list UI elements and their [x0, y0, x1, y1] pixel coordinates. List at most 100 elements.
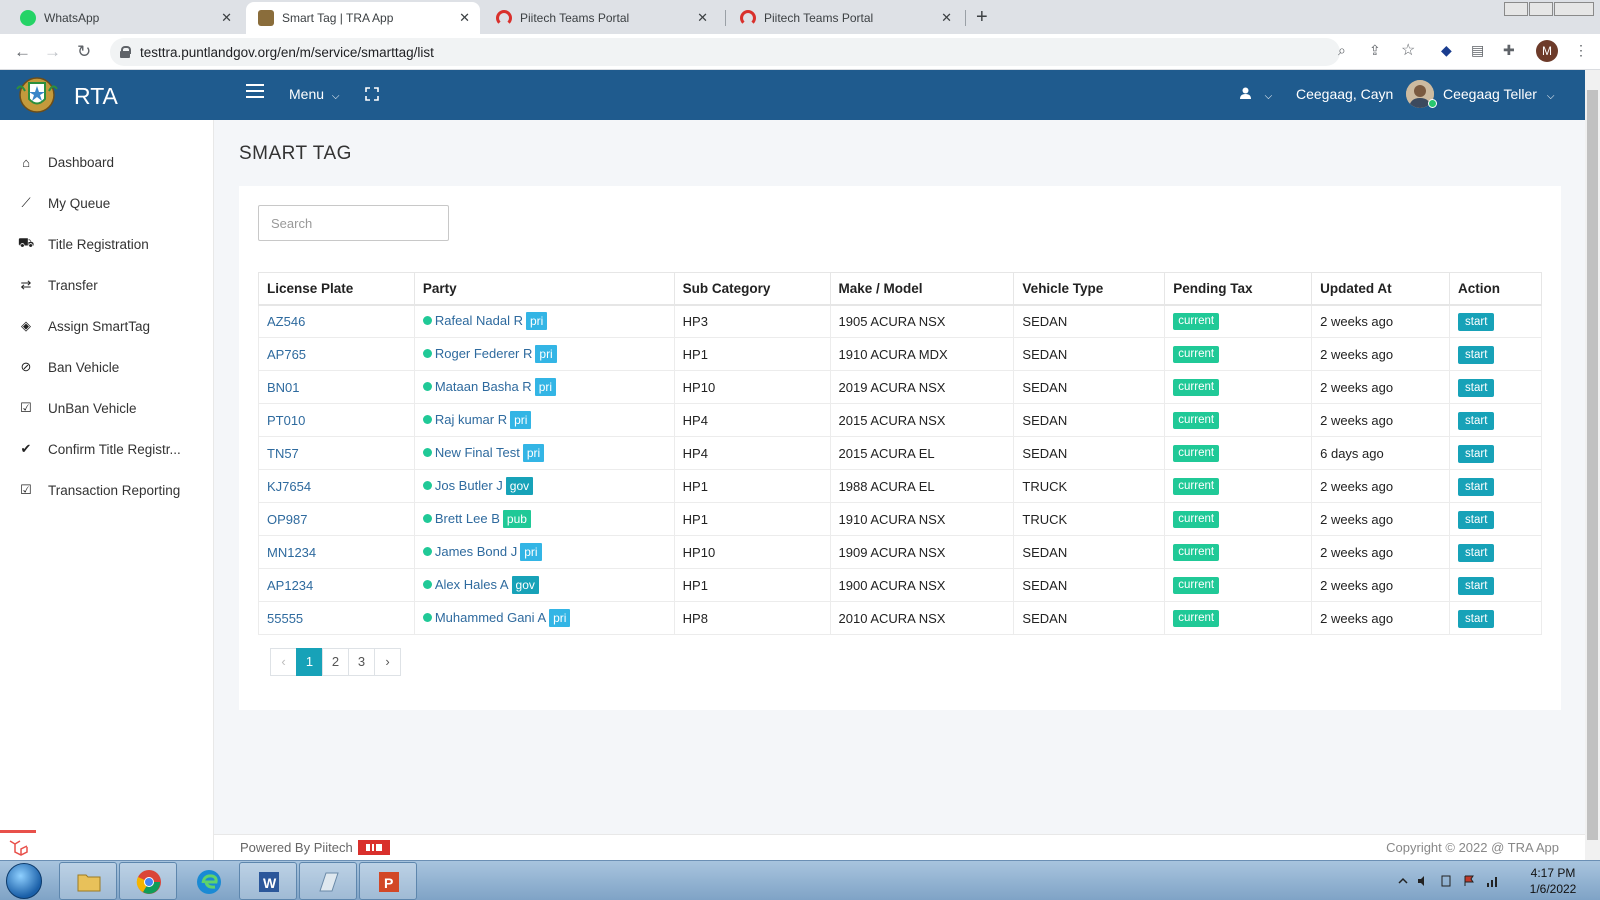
action-center-icon[interactable]	[1463, 875, 1475, 887]
column-header[interactable]: Updated At	[1311, 272, 1451, 306]
back-icon[interactable]: ←	[14, 42, 31, 62]
taskbar-powerpoint[interactable]: P	[359, 862, 417, 900]
party-link[interactable]: Roger Federer R	[435, 346, 533, 361]
taskbar-edge[interactable]	[179, 862, 237, 900]
sidebar-item-transaction-reporting[interactable]: ☑ Transaction Reporting	[0, 475, 214, 505]
clock-time[interactable]: 4:17 PM	[1518, 866, 1588, 880]
start-button[interactable]: start	[1458, 478, 1495, 496]
new-tab-icon[interactable]: +	[976, 6, 988, 29]
fullscreen-icon[interactable]	[365, 87, 379, 101]
party-link[interactable]: Muhammed Gani A	[435, 610, 546, 625]
restore-icon[interactable]	[1529, 2, 1553, 16]
search-input[interactable]	[258, 205, 449, 241]
forward-icon[interactable]: →	[44, 42, 61, 62]
zoom-icon[interactable]: ⌕	[1338, 42, 1346, 59]
sidebar-item-unban-vehicle[interactable]: ☑ UnBan Vehicle	[0, 393, 214, 423]
column-header[interactable]: Pending Tax	[1164, 272, 1313, 306]
column-header[interactable]: License Plate	[258, 272, 415, 306]
sidebar-item-transfer[interactable]: ⇄ Transfer	[0, 270, 214, 300]
license-plate-link[interactable]: KJ7654	[267, 479, 311, 494]
taskbar-explorer[interactable]	[59, 862, 117, 900]
pagination-page[interactable]: 3	[348, 648, 375, 676]
start-button[interactable]: start	[1458, 445, 1495, 463]
license-plate-link[interactable]: AZ546	[267, 314, 305, 329]
license-plate-link[interactable]: PT010	[267, 413, 305, 428]
menu-dropdown[interactable]: Menu ⌵	[289, 86, 340, 102]
browser-tab-whatsapp[interactable]: WhatsApp ✕	[8, 2, 242, 34]
sidebar-item-my-queue[interactable]: ⟋ My Queue	[0, 188, 214, 218]
party-link[interactable]: Alex Hales A	[435, 577, 509, 592]
start-button[interactable]: start	[1458, 379, 1495, 397]
start-button[interactable]: start	[1458, 412, 1495, 430]
show-hidden-icons-icon[interactable]	[1397, 875, 1409, 887]
pagination-page[interactable]: 1	[296, 648, 323, 676]
party-link[interactable]: Mataan Basha R	[435, 379, 532, 394]
column-header[interactable]: Action	[1449, 272, 1542, 306]
license-plate-link[interactable]: OP987	[267, 512, 307, 527]
pagination-page[interactable]: 2	[322, 648, 349, 676]
column-header[interactable]: Party	[413, 272, 675, 306]
party-link[interactable]: Raj kumar R	[435, 412, 507, 427]
column-header[interactable]: Make / Model	[829, 272, 1015, 306]
close-window-icon[interactable]	[1554, 2, 1594, 16]
start-button[interactable]: start	[1458, 610, 1495, 628]
start-button[interactable]	[6, 863, 42, 899]
browser-tab-piitech-2[interactable]: Piitech Teams Portal ✕	[728, 2, 962, 34]
close-icon[interactable]: ✕	[697, 10, 708, 26]
network-icon[interactable]	[1486, 875, 1498, 887]
pagination-next[interactable]: ›	[374, 648, 401, 676]
column-header[interactable]: Vehicle Type	[1013, 272, 1166, 306]
start-button[interactable]: start	[1458, 544, 1495, 562]
browser-tab-piitech-1[interactable]: Piitech Teams Portal ✕	[484, 2, 718, 34]
license-plate-link[interactable]: TN57	[267, 446, 299, 461]
taskbar-word[interactable]: W	[239, 862, 297, 900]
party-link[interactable]: New Final Test	[435, 445, 520, 460]
license-plate-link[interactable]: AP1234	[267, 578, 313, 593]
sidebar-item-confirm-title-registration[interactable]: ✔ Confirm Title Registr...	[0, 434, 214, 464]
clock-date[interactable]: 1/6/2022	[1518, 882, 1588, 896]
reading-list-icon[interactable]: ▤	[1471, 42, 1484, 59]
license-plate-link[interactable]: MN1234	[267, 545, 316, 560]
start-button[interactable]: start	[1458, 511, 1495, 529]
party-link[interactable]: Rafeal Nadal R	[435, 313, 523, 328]
scrollbar-thumb[interactable]	[1587, 90, 1598, 840]
sidebar-item-dashboard[interactable]: ⌂ Dashboard	[0, 147, 214, 177]
license-plate-link[interactable]: BN01	[267, 380, 300, 395]
share-icon[interactable]: ⇪	[1369, 42, 1381, 59]
bookmark-star-icon[interactable]: ☆	[1401, 40, 1415, 60]
browser-tab-smart-tag[interactable]: Smart Tag | TRA App ✕	[246, 2, 480, 34]
party-link[interactable]: Brett Lee B	[435, 511, 500, 526]
vertical-scrollbar[interactable]	[1585, 70, 1600, 860]
party-link[interactable]: James Bond J	[435, 544, 517, 559]
volume-icon[interactable]	[1417, 875, 1429, 887]
user-dropdown[interactable]: ⌵	[1240, 87, 1272, 102]
address-bar[interactable]: testtra.puntlandgov.org/en/m/service/sma…	[110, 38, 1340, 66]
device-icon[interactable]	[1440, 875, 1452, 887]
column-header[interactable]: Sub Category	[673, 272, 831, 306]
close-icon[interactable]: ✕	[941, 10, 952, 26]
start-button[interactable]: start	[1458, 346, 1495, 364]
pagination-prev[interactable]: ‹	[270, 648, 297, 676]
party-status-dot	[422, 547, 432, 557]
taskbar-notepad[interactable]	[299, 862, 357, 900]
close-icon[interactable]: ✕	[459, 10, 470, 26]
minimize-icon[interactable]	[1504, 2, 1528, 16]
party-link[interactable]: Jos Butler J	[435, 478, 503, 493]
start-button[interactable]: start	[1458, 313, 1495, 332]
license-plate-link[interactable]: 55555	[267, 611, 303, 626]
taskbar-chrome[interactable]	[119, 862, 177, 900]
license-plate-link[interactable]: AP765	[267, 347, 306, 362]
sidebar-item-title-registration[interactable]: ⛟ Title Registration	[0, 229, 214, 259]
extension-shield-icon[interactable]: ◆	[1441, 42, 1452, 59]
start-button[interactable]: start	[1458, 577, 1495, 595]
extensions-puzzle-icon[interactable]: ✚	[1503, 42, 1515, 59]
kebab-menu-icon[interactable]: ⋮	[1574, 42, 1588, 59]
laravel-debugbar-icon[interactable]	[0, 830, 36, 860]
reload-icon[interactable]: ↻	[77, 42, 91, 62]
profile-avatar[interactable]: M	[1536, 40, 1558, 62]
hamburger-menu-icon[interactable]	[246, 84, 264, 100]
sidebar-item-assign-smarttag[interactable]: ◈ Assign SmartTag	[0, 311, 214, 341]
sidebar-item-ban-vehicle[interactable]: ⊘ Ban Vehicle	[0, 352, 214, 382]
close-icon[interactable]: ✕	[221, 10, 232, 26]
user-menu[interactable]: Ceegaag Teller ⌵	[1443, 86, 1554, 102]
